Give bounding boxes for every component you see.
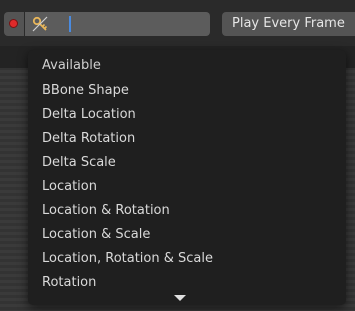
menu-item-location-scale[interactable]: Location & Scale [28, 223, 346, 247]
keying-set-dropdown-menu: Available BBone Shape Delta Location Del… [28, 50, 346, 305]
chevron-down-icon[interactable] [174, 295, 186, 301]
keying-set-field[interactable] [25, 12, 210, 36]
menu-item-delta-scale[interactable]: Delta Scale [28, 151, 346, 175]
record-dot-icon [9, 19, 18, 28]
playback-sync-dropdown[interactable]: Play Every Frame [222, 12, 355, 36]
menu-item-delta-rotation[interactable]: Delta Rotation [28, 127, 346, 151]
menu-item-bbone-shape[interactable]: BBone Shape [28, 79, 346, 103]
menu-item-rotation[interactable]: Rotation [28, 271, 346, 295]
menu-item-delta-location[interactable]: Delta Location [28, 103, 346, 127]
text-cursor [69, 16, 71, 32]
key-icon [32, 16, 48, 32]
timeline-header: Play Every Frame [0, 0, 355, 46]
menu-item-location-rotation-scale[interactable]: Location, Rotation & Scale [28, 247, 346, 271]
menu-item-list: BBone Shape Delta Location Delta Rotatio… [28, 79, 346, 295]
menu-item-location-rotation[interactable]: Location & Rotation [28, 199, 346, 223]
menu-item-location[interactable]: Location [28, 175, 346, 199]
auto-keying-button[interactable] [4, 12, 24, 36]
menu-title: Available [42, 58, 101, 73]
